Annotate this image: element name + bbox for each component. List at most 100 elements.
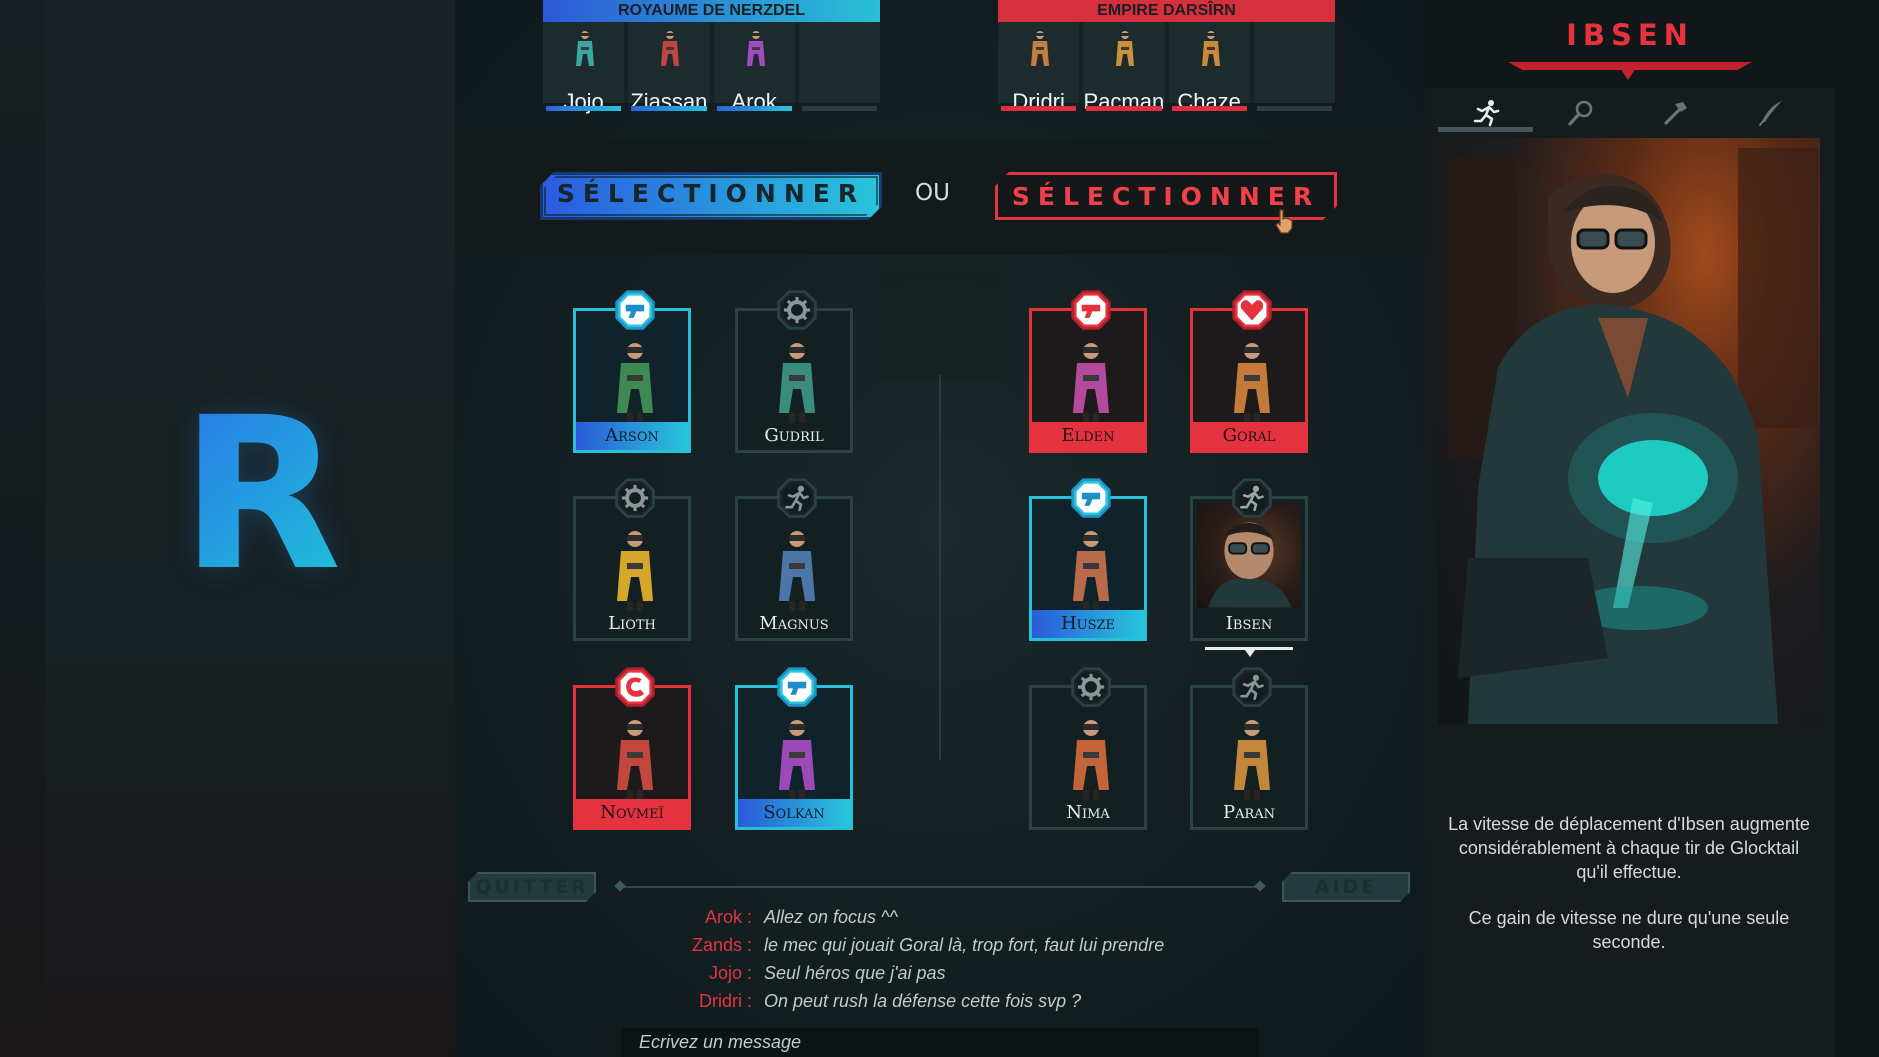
hero-name: Arson — [576, 422, 688, 450]
slot-bar — [631, 106, 707, 111]
gear-icon — [776, 289, 818, 331]
team-blue-panel: ROYAUME DE NERZDEL Jojo Ziassan Arok — [543, 0, 880, 114]
gear-icon — [1070, 666, 1112, 708]
team-red-player-slot — [1253, 22, 1335, 111]
chat-message: le mec qui jouait Goral là, trop fort, f… — [764, 935, 1165, 955]
runner-icon — [1231, 666, 1273, 708]
slot-bar — [546, 106, 622, 111]
team-blue-player-slot: Arok — [713, 22, 795, 114]
hero-card-nima[interactable]: Nima — [1029, 667, 1147, 830]
chat-line: Arok : Allez on focus ^^ — [640, 903, 1240, 931]
gear-icon — [614, 477, 656, 519]
slot-bar — [1001, 106, 1077, 111]
runner-icon — [776, 477, 818, 519]
slot-bar — [1171, 106, 1247, 111]
chat-author: Dridri : — [699, 991, 752, 1011]
description-paragraph: Ce gain de vitesse ne dure qu'une seule … — [1468, 908, 1790, 952]
chat-message: On peut rush la défense cette fois svp ? — [764, 991, 1082, 1011]
tab-abilities[interactable] — [1438, 94, 1533, 132]
quit-button[interactable]: QUITTER — [468, 872, 596, 902]
team-blue-slots: Jojo Ziassan Arok — [543, 22, 880, 114]
hover-indicator — [1205, 647, 1293, 650]
chat-line: Dridri : On peut rush la défense cette fo… — [640, 987, 1240, 1015]
hero-name: Goral — [1193, 422, 1305, 450]
gun-icon — [1070, 289, 1112, 331]
hammer-icon — [1664, 102, 1687, 125]
help-label: AIDE — [1314, 876, 1378, 898]
team-red-slots: Dridri Pacman Chaze — [998, 22, 1335, 114]
hero-name: Gudril — [764, 425, 824, 446]
hero-name: Nima — [1066, 802, 1110, 823]
team-blue-player-slot — [798, 22, 880, 111]
team-red-player-slot: Chaze — [1168, 22, 1250, 114]
hero-name: Magnus — [759, 613, 829, 634]
slot-bar — [1256, 106, 1332, 111]
detail-tabs — [1438, 94, 1818, 132]
tab-lore[interactable] — [1533, 94, 1628, 132]
hero-figure — [1231, 718, 1273, 802]
player-avatar — [1201, 30, 1221, 72]
slot-bar — [1086, 106, 1162, 111]
player-avatar — [575, 30, 595, 72]
hero-figure — [1070, 529, 1112, 613]
runner-icon — [1473, 100, 1500, 127]
hero-figure — [776, 718, 818, 802]
tab-notes[interactable] — [1723, 94, 1818, 132]
player-avatar — [746, 30, 766, 72]
hero-figure — [776, 529, 818, 613]
hero-card-novmeï[interactable]: Novmeï — [573, 667, 691, 830]
team-red-panel: EMPIRE DARSÎRN Dridri Pacman Chaze — [998, 0, 1335, 114]
chat-author: Zands : — [691, 935, 752, 955]
hero-card-paran[interactable]: Paran — [1190, 667, 1308, 830]
team-red-player-slot: Dridri — [998, 22, 1080, 114]
chat-message: Allez on focus ^^ — [764, 907, 898, 927]
hero-name: Lioth — [608, 613, 656, 634]
hero-card-ibsen[interactable]: Ibsen — [1190, 478, 1308, 657]
player-avatar — [1115, 30, 1135, 72]
help-button[interactable]: AIDE — [1282, 872, 1410, 902]
chat-line: Jojo : Seul héros que j'ai pas — [640, 959, 1240, 987]
slot-bar — [716, 106, 792, 111]
runner-icon — [1231, 477, 1273, 519]
select-blue-button[interactable]: SÉLECTIONNER — [540, 172, 882, 220]
chat-line: Zands : le mec qui jouait Goral là, trop … — [640, 931, 1240, 959]
tab-craft[interactable] — [1628, 94, 1723, 132]
team-blue-player-slot: Ziassan — [628, 22, 710, 114]
team-red-player-slot: Pacman — [1083, 22, 1165, 114]
chat-message: Seul héros que j'ai pas — [764, 963, 946, 983]
hero-card-magnus[interactable]: Magnus — [735, 478, 853, 641]
hero-card-gudril[interactable]: Gudril — [735, 290, 853, 453]
team-letter: R — [180, 372, 342, 617]
quill-icon — [1759, 101, 1782, 126]
grid-divider — [939, 375, 941, 760]
quit-label: QUITTER — [475, 876, 589, 898]
hero-figure — [1070, 718, 1112, 802]
team-blue-player-slot: Jojo — [543, 22, 625, 114]
player-avatar — [1030, 30, 1050, 72]
hero-card-lioth[interactable]: Lioth — [573, 478, 691, 641]
chat-author: Arok : — [704, 907, 752, 927]
magnifier-icon — [1568, 100, 1593, 126]
hero-card-solkan[interactable]: Solkan — [735, 667, 853, 830]
magnet-icon — [614, 666, 656, 708]
chat-input[interactable]: Ecrivez un message — [621, 1028, 1259, 1057]
hero-name: Solkan — [738, 799, 850, 827]
description-paragraph: La vitesse de déplacement d'Ibsen augmen… — [1448, 814, 1810, 882]
hero-name: Husze — [1032, 610, 1144, 638]
hero-figure — [776, 341, 818, 425]
team-red-name: EMPIRE DARSÎRN — [998, 0, 1335, 22]
gun-icon — [776, 666, 818, 708]
heart-icon — [1231, 289, 1273, 331]
team-blue-name: ROYAUME DE NERZDEL — [543, 0, 880, 22]
hero-card-arson[interactable]: Arson — [573, 290, 691, 453]
slot-bar — [801, 106, 877, 111]
hero-name: Novmeï — [576, 799, 688, 827]
hero-card-husze[interactable]: Husze — [1029, 478, 1147, 641]
or-label: OU — [915, 180, 950, 206]
gun-icon — [1070, 477, 1112, 519]
hero-figure — [614, 529, 656, 613]
player-avatar — [660, 30, 680, 72]
chat-log: Arok : Allez on focus ^^ Zands : le mec qu… — [640, 903, 1240, 1015]
hero-card-goral[interactable]: Goral — [1190, 290, 1308, 453]
hero-card-elden[interactable]: Elden — [1029, 290, 1147, 453]
